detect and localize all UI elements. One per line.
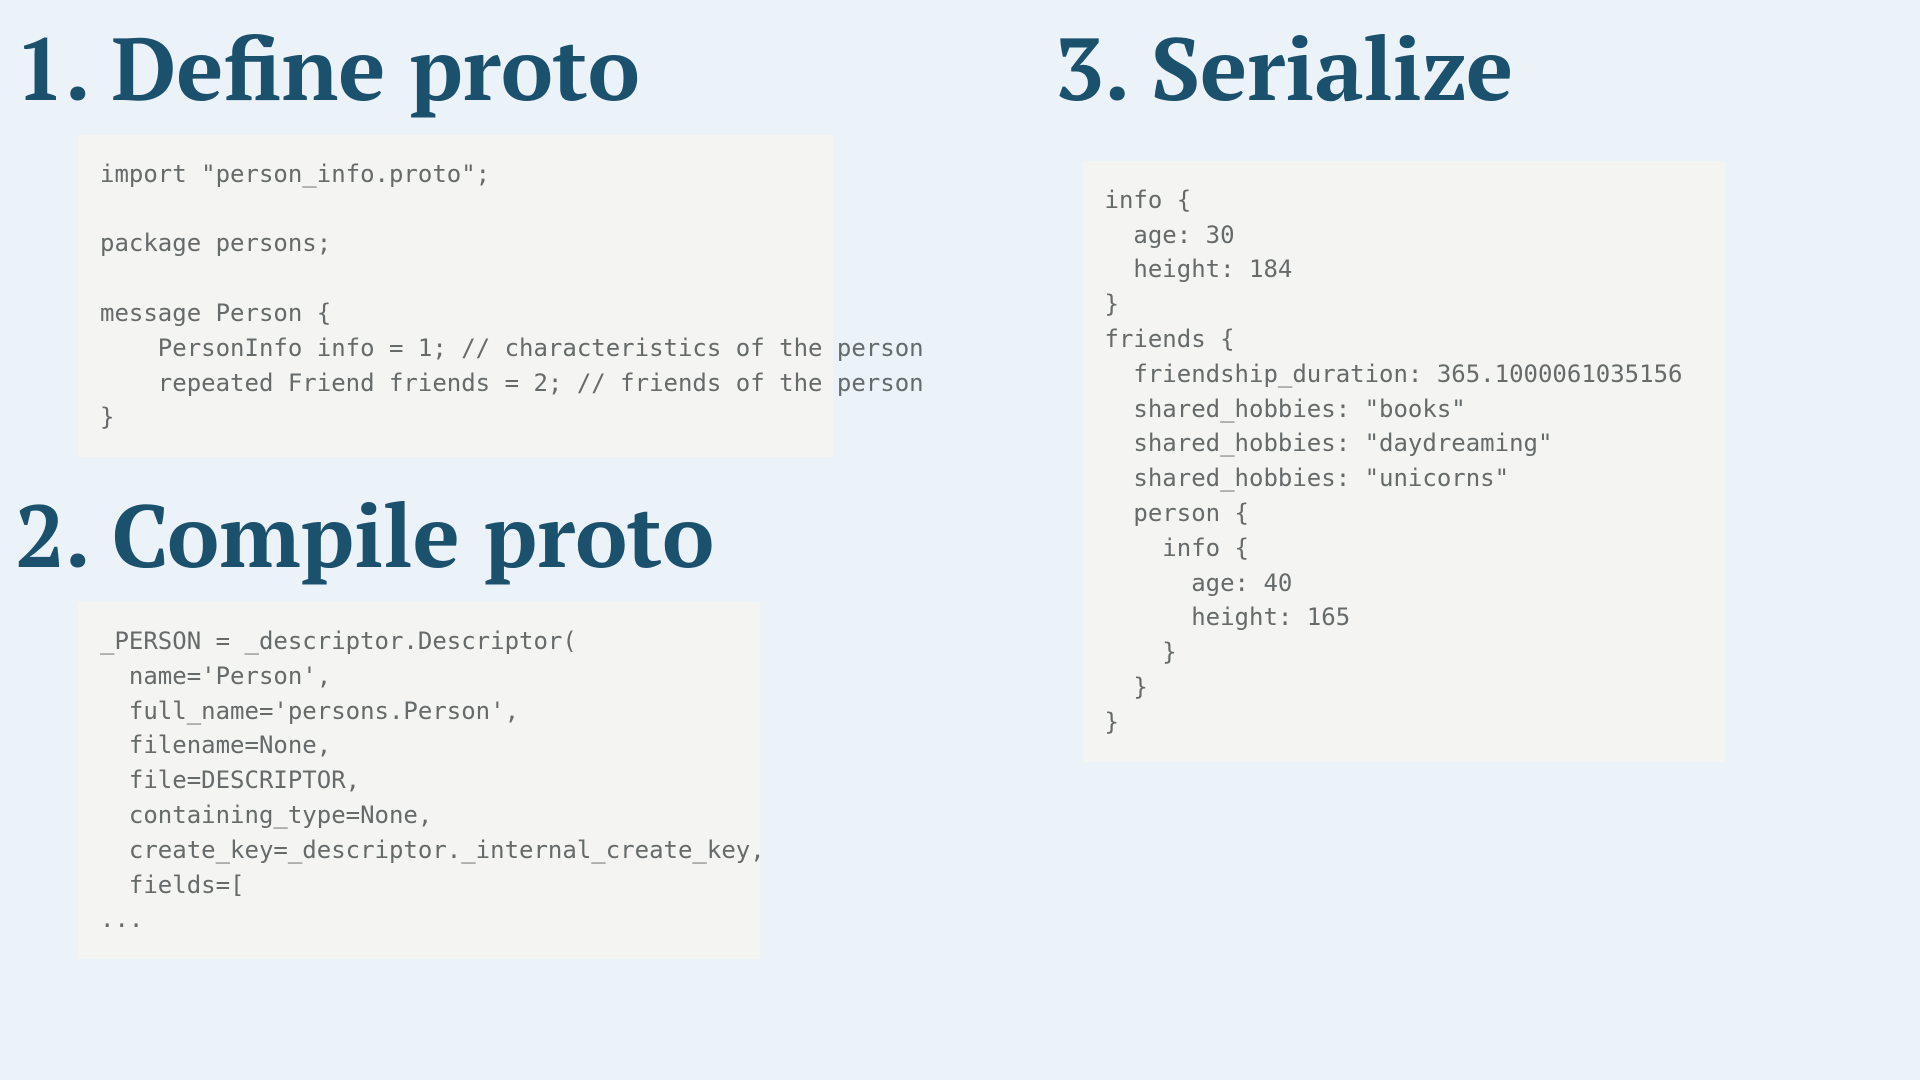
right-column: 3. Serialize info { age: 30 height: 184 … bbox=[1055, 20, 1906, 1060]
code-block-serialize: info { age: 30 height: 184 } friends { f… bbox=[1083, 161, 1725, 762]
code-block-compile: _PERSON = _descriptor.Descriptor( name='… bbox=[78, 602, 760, 959]
heading-define-proto: 1. Define proto bbox=[15, 20, 1015, 117]
heading-serialize: 3. Serialize bbox=[1055, 20, 1906, 117]
heading-compile-proto: 2. Compile proto bbox=[15, 487, 1015, 584]
code-block-define: import "person_info.proto"; package pers… bbox=[78, 135, 833, 457]
left-column: 1. Define proto import "person_info.prot… bbox=[15, 20, 1055, 1060]
